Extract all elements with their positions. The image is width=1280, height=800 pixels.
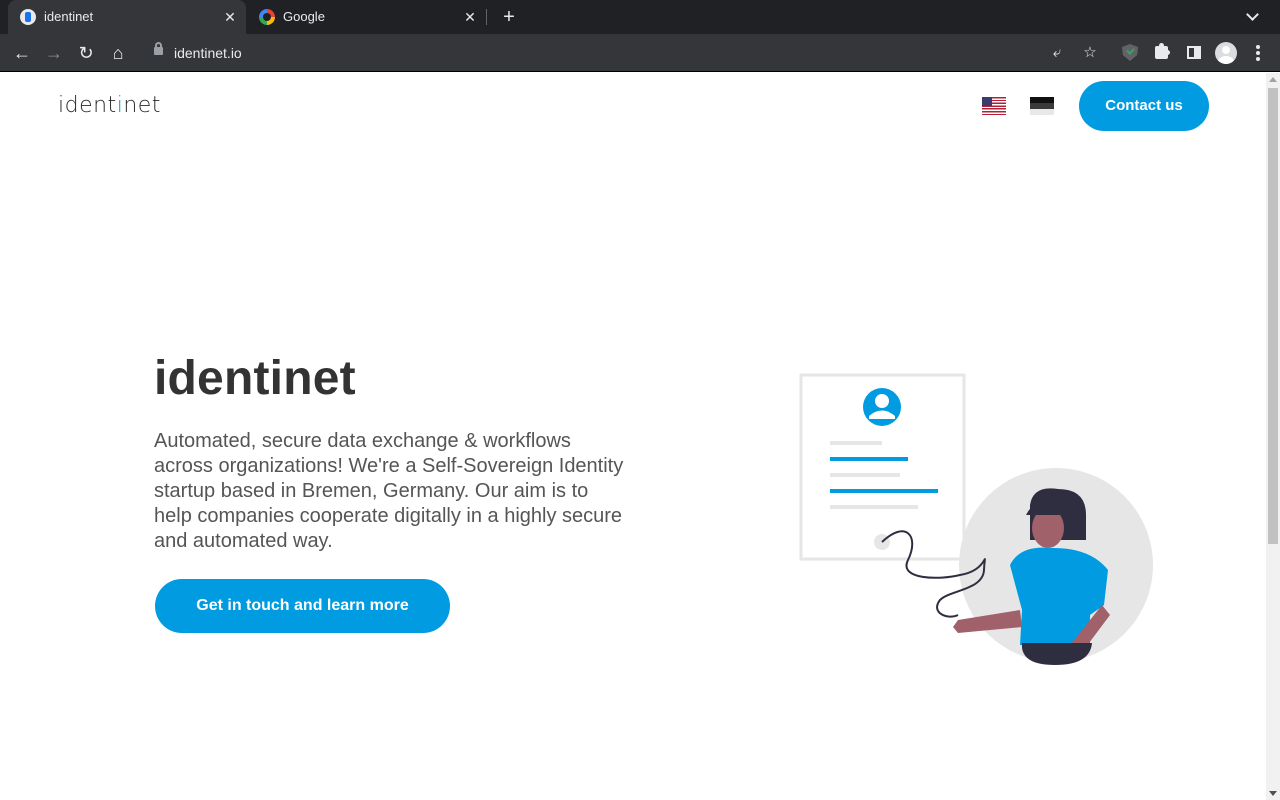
forward-arrow-icon[interactable]: → [42, 41, 66, 65]
url-text[interactable]: identinet.io [174, 45, 242, 61]
side-panel-icon[interactable] [1187, 46, 1201, 59]
tab-separator [486, 9, 487, 25]
tab-title: Google [283, 9, 325, 24]
puzzle-icon[interactable] [1155, 43, 1170, 59]
logo-text-suffix: net [123, 93, 161, 118]
tab-close-icon[interactable]: ✕ [460, 7, 480, 27]
scrollbar-thumb[interactable] [1268, 88, 1278, 544]
scroll-up-icon[interactable] [1269, 77, 1277, 82]
star-icon[interactable]: ☆ [1078, 41, 1102, 65]
page-scrollbar[interactable] [1266, 73, 1280, 800]
tab-identinet[interactable]: identinet ✕ [8, 0, 246, 34]
logo-text-prefix: ident [58, 93, 117, 118]
web-page: identinet Contact us identinet Automated… [0, 73, 1266, 800]
contact-us-button[interactable]: Contact us [1079, 81, 1209, 131]
new-tab-button[interactable]: + [498, 6, 520, 28]
identity-document-illustration [799, 373, 1153, 665]
browser-toolbar: ← → ↻ ⌂ identinet.io ⤶ ☆ [0, 34, 1280, 72]
share-icon[interactable]: ⤶ [1045, 41, 1069, 65]
tab-search-chevron-icon[interactable] [1243, 6, 1263, 26]
reload-icon[interactable]: ↻ [74, 41, 98, 65]
tab-google[interactable]: Google ✕ [250, 0, 486, 34]
scroll-down-icon[interactable] [1269, 791, 1277, 796]
menu-kebab-icon[interactable] [1256, 45, 1260, 61]
hero-description: Automated, secure data exchange & workfl… [154, 430, 624, 552]
identinet-favicon-icon [20, 9, 36, 25]
profile-avatar[interactable] [1215, 42, 1237, 64]
back-arrow-icon[interactable]: ← [10, 41, 34, 65]
lock-icon[interactable] [154, 42, 163, 55]
tab-strip: identinet ✕ Google ✕ + [0, 0, 1280, 34]
tab-close-icon[interactable]: ✕ [220, 7, 240, 27]
hero-title: identinet [154, 352, 356, 405]
google-favicon-icon [259, 9, 275, 25]
us-flag-icon[interactable] [982, 97, 1006, 115]
estonia-flag-icon[interactable] [1030, 97, 1054, 115]
tab-title: identinet [44, 9, 94, 24]
home-icon[interactable]: ⌂ [106, 41, 130, 65]
get-in-touch-button[interactable]: Get in touch and learn more [155, 579, 450, 633]
identinet-logo[interactable]: identinet [58, 93, 161, 118]
